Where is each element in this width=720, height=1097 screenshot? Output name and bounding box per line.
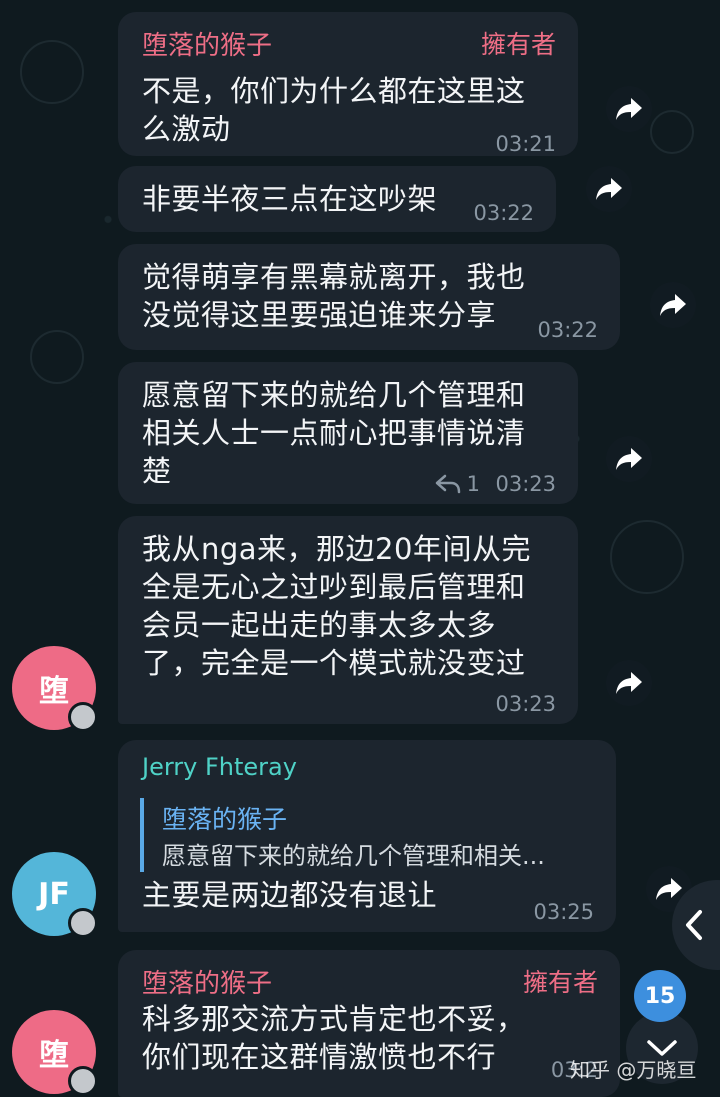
sender-name[interactable]: Jerry Fhteray: [142, 753, 297, 781]
background-doodle: [610, 520, 684, 594]
forward-arrow-icon: [616, 98, 642, 120]
message-time: 03:23: [495, 472, 556, 496]
message-time: 03:21: [495, 132, 556, 156]
avatar[interactable]: 堕: [12, 1010, 98, 1096]
message-text-line: 么激动: [142, 112, 231, 146]
unread-count-badge[interactable]: 15: [634, 970, 686, 1022]
message-text-line: 愿意留下来的就给几个管理和: [142, 378, 526, 412]
message-text-line: 会员一起出走的事太多太多: [142, 608, 497, 642]
background-doodle: [30, 330, 84, 384]
message-text-line: 没觉得这里要强迫谁来分享: [142, 298, 497, 332]
message-bubble[interactable]: 愿意留下来的就给几个管理和 相关人士一点耐心把事情说清 楚 1 03:23: [118, 362, 578, 504]
sender-name[interactable]: 堕落的猴子: [142, 963, 272, 1000]
message-text-line: 不是，你们为什么都在这里这: [142, 74, 526, 108]
reply-count[interactable]: 1: [435, 472, 480, 496]
message-bubble[interactable]: 非要半夜三点在这吵架 03:22: [118, 166, 556, 232]
message-bubble[interactable]: 觉得萌享有黑幕就离开，我也 没觉得这里要强迫谁来分享 03:22: [118, 244, 620, 350]
reply-count-value: 1: [466, 472, 480, 496]
forward-arrow-icon: [660, 294, 686, 316]
background-doodle: [20, 40, 84, 104]
message-text-line: 主要是两边都没有退让: [142, 878, 438, 912]
message-text-line: 觉得萌享有黑幕就离开，我也: [142, 260, 526, 294]
reply-arrow-icon: [435, 474, 460, 494]
owner-badge: 擁有者: [480, 30, 556, 59]
background-doodle: [650, 110, 694, 154]
forward-button[interactable]: [606, 436, 652, 482]
forward-arrow-icon: [596, 178, 622, 200]
message-time: 03:22: [473, 201, 534, 225]
avatar-initial: 堕: [39, 674, 69, 709]
message-time: 03:25: [533, 900, 594, 924]
forward-arrow-icon: [616, 448, 642, 470]
message-text-line: 科多那交流方式肯定也不妥，: [142, 1002, 526, 1036]
sender-name[interactable]: 堕落的猴子: [142, 25, 272, 62]
status-dot: [68, 1066, 98, 1096]
avatar[interactable]: 堕: [12, 646, 98, 732]
message-time: 03:22: [537, 318, 598, 342]
message-text-line: 全是无心之过吵到最后管理和: [142, 570, 526, 604]
message-bubble[interactable]: Jerry Fhteray 堕落的猴子 愿意留下来的就给几个管理和相关... 主…: [118, 740, 616, 932]
quote-text: 愿意留下来的就给几个管理和相关...: [162, 842, 545, 870]
quote-sender: 堕落的猴子: [162, 805, 288, 834]
status-dot: [68, 908, 98, 938]
owner-badge: 擁有者: [522, 968, 598, 997]
message-bubble[interactable]: 我从nga来，那边20年间从完 全是无心之过吵到最后管理和 会员一起出走的事太多…: [118, 516, 578, 724]
avatar-initial: 堕: [39, 1038, 69, 1073]
message-text-line: 相关人士一点耐心把事情说清: [142, 416, 526, 450]
forward-button[interactable]: [606, 660, 652, 706]
watermark: 知乎 @万晓亘: [570, 1058, 697, 1082]
message-bubble[interactable]: 堕落的猴子 擁有者 不是，你们为什么都在这里这 么激动 03:21: [118, 12, 578, 156]
message-text-line: 你们现在这群情激愤也不行: [142, 1040, 497, 1074]
message-time: 03:23: [495, 692, 556, 716]
message-text-line: 我从nga来，那边20年间从完: [142, 532, 531, 566]
message-text-line: 楚: [142, 454, 172, 488]
message-text-line: 非要半夜三点在这吵架: [142, 182, 438, 216]
forward-button[interactable]: [606, 86, 652, 132]
chevron-left-icon: [686, 910, 702, 940]
chat-view: 堕落的猴子 擁有者 不是，你们为什么都在这里这 么激动 03:21 非要半夜三点…: [0, 0, 720, 1097]
avatar-initial: JF: [38, 876, 70, 912]
forward-button[interactable]: [586, 166, 632, 212]
message-bubble[interactable]: 堕落的猴子 擁有者 科多那交流方式肯定也不妥， 你们现在这群情激愤也不行 03:…: [118, 950, 620, 1097]
avatar[interactable]: JF: [12, 852, 98, 938]
forward-arrow-icon: [616, 672, 642, 694]
reply-quote[interactable]: 堕落的猴子 愿意留下来的就给几个管理和相关...: [140, 798, 580, 872]
status-dot: [68, 702, 98, 732]
forward-button[interactable]: [650, 282, 696, 328]
message-text-line: 了，完全是一个模式就没变过: [142, 646, 526, 680]
